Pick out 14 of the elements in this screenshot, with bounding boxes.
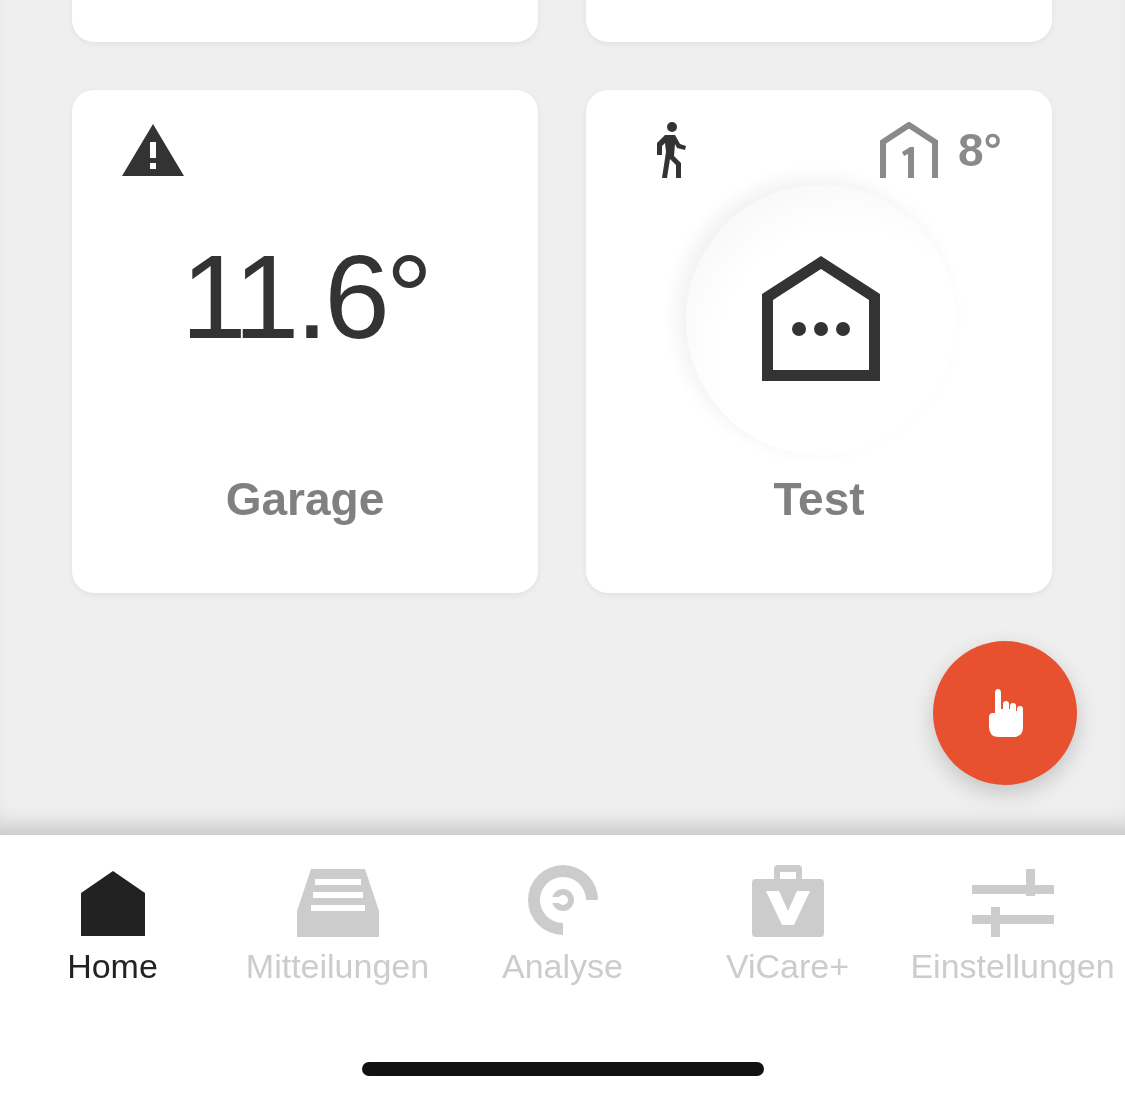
room-name: Test <box>773 472 865 526</box>
gauge-icon <box>525 863 600 937</box>
sliders-icon <box>971 869 1054 937</box>
floor-temperature: 8° <box>958 123 1002 177</box>
room-card[interactable]: 11.6° Garage <box>72 90 538 593</box>
house-floor-icon <box>880 122 938 178</box>
inbox-icon <box>296 869 379 937</box>
room-name: Garage <box>225 472 385 526</box>
room-card[interactable]: 8° Test <box>586 90 1052 593</box>
warning-icon <box>122 124 184 176</box>
room-temperature: 11.6° <box>180 238 430 356</box>
tab[interactable]: Home <box>0 855 225 986</box>
v-bag-icon <box>751 865 824 937</box>
home-icon <box>79 871 146 937</box>
